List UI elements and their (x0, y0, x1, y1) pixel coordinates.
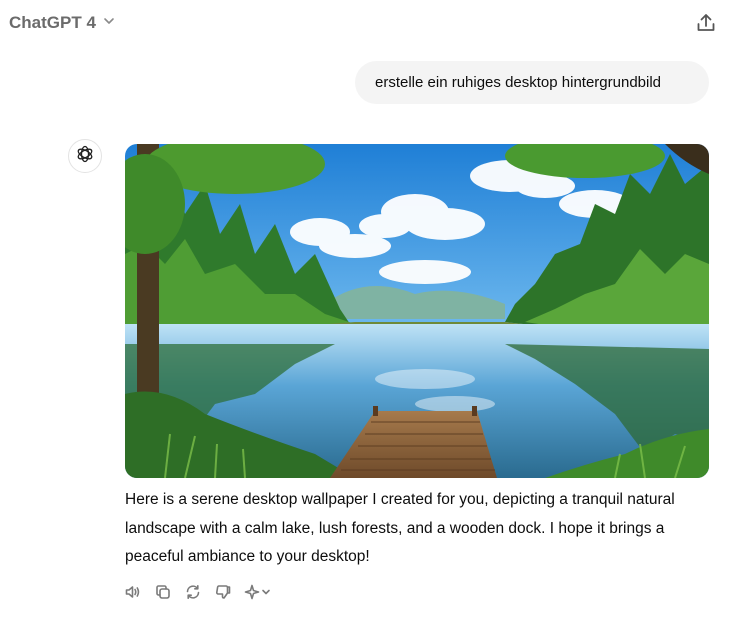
chevron-down-icon (102, 14, 116, 33)
sparkle-model-icon[interactable] (242, 581, 276, 603)
generated-image[interactable] (125, 144, 709, 478)
share-icon (695, 12, 717, 39)
message-actions (122, 581, 276, 603)
read-aloud-icon[interactable] (122, 581, 144, 603)
assistant-avatar (68, 139, 102, 173)
user-message: erstelle ein ruhiges desktop hintergrund… (355, 61, 709, 104)
copy-icon[interactable] (152, 581, 174, 603)
model-selector[interactable]: ChatGPT 4 (9, 13, 116, 33)
share-button[interactable] (692, 11, 720, 39)
user-message-text: erstelle ein ruhiges desktop hintergrund… (375, 74, 662, 91)
regenerate-icon[interactable] (182, 581, 204, 603)
top-bar: ChatGPT 4 (0, 0, 730, 50)
openai-logo-icon (75, 144, 95, 169)
assistant-response-text: Here is a serene desktop wallpaper I cre… (125, 491, 675, 565)
thumbs-down-icon[interactable] (212, 581, 234, 603)
model-name: ChatGPT 4 (9, 13, 96, 32)
